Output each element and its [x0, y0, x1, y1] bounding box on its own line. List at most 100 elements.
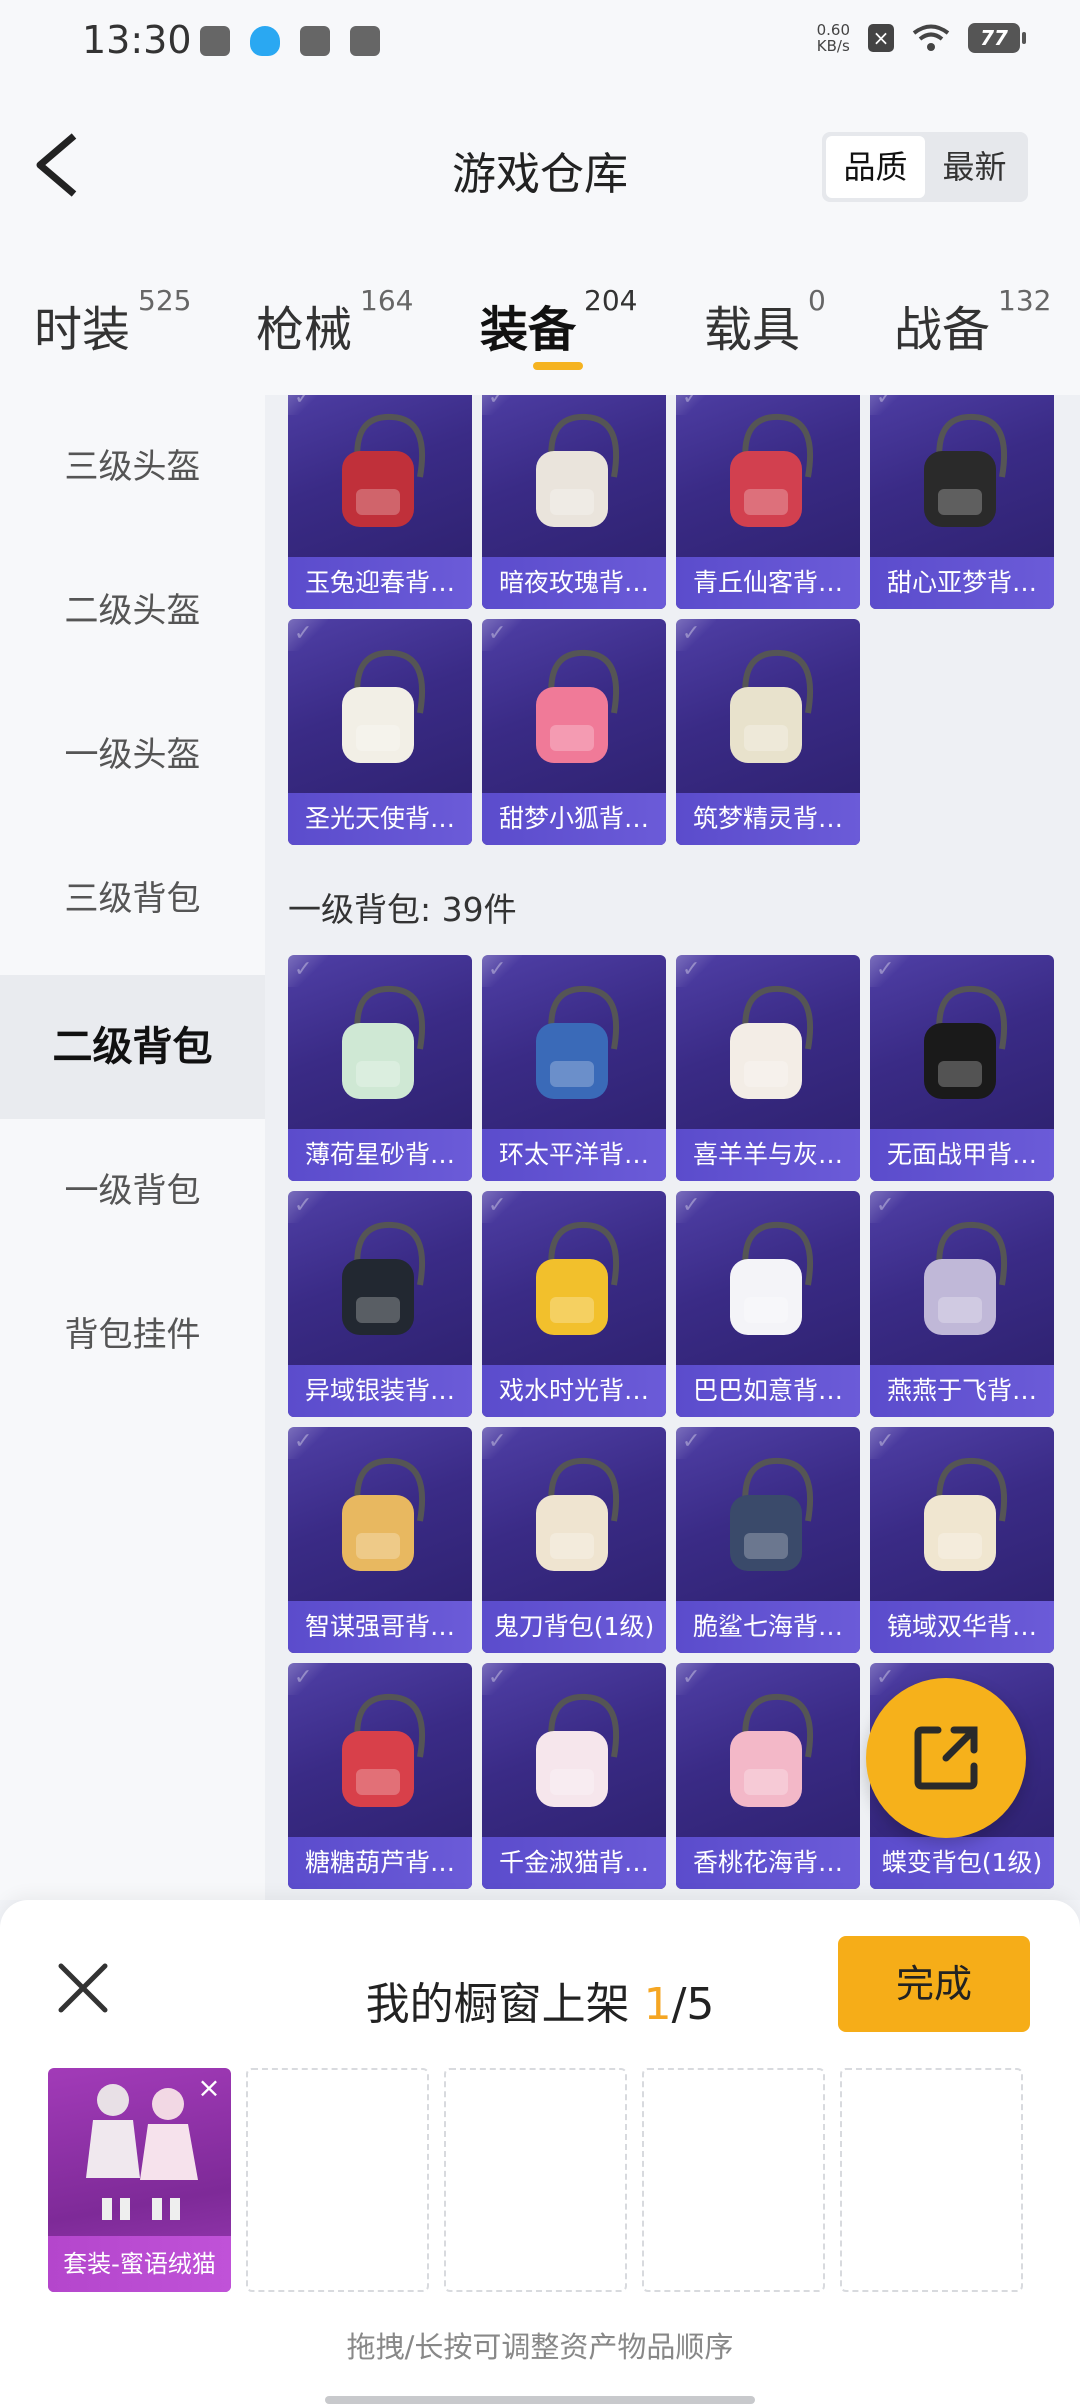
remove-slot-icon[interactable]: ×: [195, 2074, 223, 2102]
item-card[interactable]: ✓ 糖糖葫芦背…: [288, 1663, 472, 1889]
battery-icon: 77: [968, 23, 1026, 53]
backpack-icon: [536, 1221, 620, 1335]
sort-newest-button[interactable]: 最新: [925, 136, 1024, 198]
section-header: 一级背包: 39件: [288, 890, 517, 929]
item-name: 甜梦小狐背…: [482, 793, 666, 845]
tab-count: 0: [808, 284, 826, 317]
sort-toggle: 品质 最新: [822, 132, 1028, 202]
item-card[interactable]: ✓ 甜梦小狐背…: [482, 619, 666, 845]
share-button[interactable]: [866, 1678, 1026, 1838]
network-speed-value: 0.60: [816, 21, 850, 39]
done-button[interactable]: 完成: [838, 1936, 1030, 2032]
showcase-slot-3[interactable]: [444, 2068, 627, 2292]
item-card[interactable]: ✓ 环太平洋背…: [482, 955, 666, 1181]
item-list[interactable]: ✓ 玉兔迎春背… ✓ 暗夜玫瑰背… ✓ 青丘仙客背… ✓ 甜心亚梦背… ✓ 圣光天使背… ✓ 甜梦小狐…: [265, 395, 1080, 1900]
showcase-slot-2[interactable]: [246, 2068, 429, 2292]
tab-guns[interactable]: 枪械164: [256, 284, 413, 360]
sidebar-item-backpack-charm[interactable]: 背包挂件: [0, 1263, 265, 1407]
item-name: 鬼刀背包(1级): [482, 1601, 666, 1653]
tab-label: 枪械: [256, 302, 353, 358]
backpack-icon: [342, 1693, 426, 1807]
showcase-total-count: /5: [671, 1979, 715, 2030]
tab-label: 时装: [34, 302, 131, 358]
item-card[interactable]: ✓ 脆鲨七海背…: [676, 1427, 860, 1653]
sidebar-item-helmet-3[interactable]: 三级头盔: [0, 395, 265, 539]
backpack-icon: [536, 985, 620, 1099]
item-card[interactable]: ✓ 薄荷星砂背…: [288, 955, 472, 1181]
item-name: 青丘仙客背…: [676, 557, 860, 609]
sidebar-item-helmet-1[interactable]: 一级头盔: [0, 683, 265, 827]
share-icon: [914, 1726, 978, 1790]
app-header: 游戏仓库 品质 最新: [0, 80, 1080, 240]
tab-fashion[interactable]: 时装525: [34, 284, 191, 360]
top-item-grid: ✓ 玉兔迎春背… ✓ 暗夜玫瑰背… ✓ 青丘仙客背… ✓ 甜心亚梦背… ✓ 圣光天使背… ✓ 甜梦小狐…: [288, 395, 1054, 845]
backpack-icon: [536, 1693, 620, 1807]
backpack-icon: [536, 1457, 620, 1571]
showcase-slot-5[interactable]: [840, 2068, 1023, 2292]
mail-icon: [350, 26, 380, 56]
status-right: 0.60 KB/s × 77: [816, 21, 1026, 54]
item-card[interactable]: ✓ 千金淑猫背…: [482, 1663, 666, 1889]
tab-label: 战备: [894, 302, 991, 358]
showcase-slot-1[interactable]: × 套装-蜜语绒猫: [48, 2068, 231, 2292]
item-card[interactable]: ✓ 香桃花海背…: [676, 1663, 860, 1889]
item-card[interactable]: ✓ 圣光天使背…: [288, 619, 472, 845]
home-indicator[interactable]: [325, 2396, 755, 2404]
showcase-slot-4[interactable]: [642, 2068, 825, 2292]
sidebar-item-helmet-2[interactable]: 二级头盔: [0, 539, 265, 683]
backpack-icon: [536, 649, 620, 763]
backpack-icon: [730, 649, 814, 763]
item-name: 糖糖葫芦背…: [288, 1837, 472, 1889]
slot-item-name: 套装-蜜语绒猫: [48, 2236, 231, 2292]
tab-count: 525: [138, 284, 192, 317]
tab-vehicles[interactable]: 载具0: [704, 284, 826, 360]
tab-battle-supplies[interactable]: 战备132: [894, 284, 1051, 360]
backpack-icon: [730, 413, 814, 527]
item-name: 玉兔迎春背…: [288, 557, 472, 609]
backpack-icon: [342, 413, 426, 527]
item-name: 脆鲨七海背…: [676, 1601, 860, 1653]
backpack-icon: [924, 1221, 1008, 1335]
gallery-icon: [200, 26, 230, 56]
showcase-current-count: 1: [643, 1979, 672, 2030]
item-card[interactable]: ✓ 青丘仙客背…: [676, 395, 860, 609]
item-card[interactable]: ✓ 暗夜玫瑰背…: [482, 395, 666, 609]
sidebar-item-backpack-1[interactable]: 一级背包: [0, 1119, 265, 1263]
backpack-icon: [924, 1457, 1008, 1571]
item-name: 环太平洋背…: [482, 1129, 666, 1181]
showcase-panel: 我的橱窗上架 1/5 完成 × 套装-蜜语绒猫 拖拽/长按可调整资产物品顺序: [0, 1900, 1080, 2408]
backpack-icon: [342, 985, 426, 1099]
item-card[interactable]: ✓ 筑梦精灵背…: [676, 619, 860, 845]
item-name: 喜羊羊与灰…: [676, 1129, 860, 1181]
status-time: 13:30: [82, 18, 192, 62]
item-card[interactable]: ✓ 玉兔迎春背…: [288, 395, 472, 609]
category-tabs: 时装525 枪械164 装备204 载具0 战备132: [0, 240, 1080, 395]
item-card[interactable]: ✓ 智谋强哥背…: [288, 1427, 472, 1653]
item-card[interactable]: ✓ 鬼刀背包(1级): [482, 1427, 666, 1653]
sidebar-item-backpack-3[interactable]: 三级背包: [0, 827, 265, 971]
sidebar-item-backpack-2[interactable]: 二级背包: [0, 975, 265, 1119]
status-bar: 13:30 0.60 KB/s × 77: [0, 0, 1080, 80]
item-card[interactable]: ✓ 喜羊羊与灰…: [676, 955, 860, 1181]
item-card[interactable]: ✓ 无面战甲背…: [870, 955, 1054, 1181]
item-name: 燕燕于飞背…: [870, 1365, 1054, 1417]
tab-count: 204: [584, 284, 638, 317]
notification-icons: [200, 26, 380, 56]
tab-count: 164: [360, 284, 414, 317]
app-notification-icon: [300, 26, 330, 56]
item-card[interactable]: ✓ 戏水时光背…: [482, 1191, 666, 1417]
tab-equipment[interactable]: 装备204: [480, 284, 637, 360]
item-card[interactable]: ✓ 巴巴如意背…: [676, 1191, 860, 1417]
item-name: 薄荷星砂背…: [288, 1129, 472, 1181]
item-card[interactable]: ✓ 镜域双华背…: [870, 1427, 1054, 1653]
backpack-icon: [342, 1221, 426, 1335]
wifi-icon: [912, 24, 950, 51]
sidebar: 三级头盔 二级头盔 一级头盔 三级背包 二级背包 一级背包 背包挂件: [0, 395, 265, 1900]
item-name: 筑梦精灵背…: [676, 793, 860, 845]
item-card[interactable]: ✓ 异域银装背…: [288, 1191, 472, 1417]
item-card[interactable]: ✓ 甜心亚梦背…: [870, 395, 1054, 609]
sort-quality-button[interactable]: 品质: [826, 136, 925, 198]
item-card[interactable]: ✓ 燕燕于飞背…: [870, 1191, 1054, 1417]
showcase-slots: × 套装-蜜语绒猫: [48, 2068, 1023, 2292]
backpack-icon: [924, 413, 1008, 527]
